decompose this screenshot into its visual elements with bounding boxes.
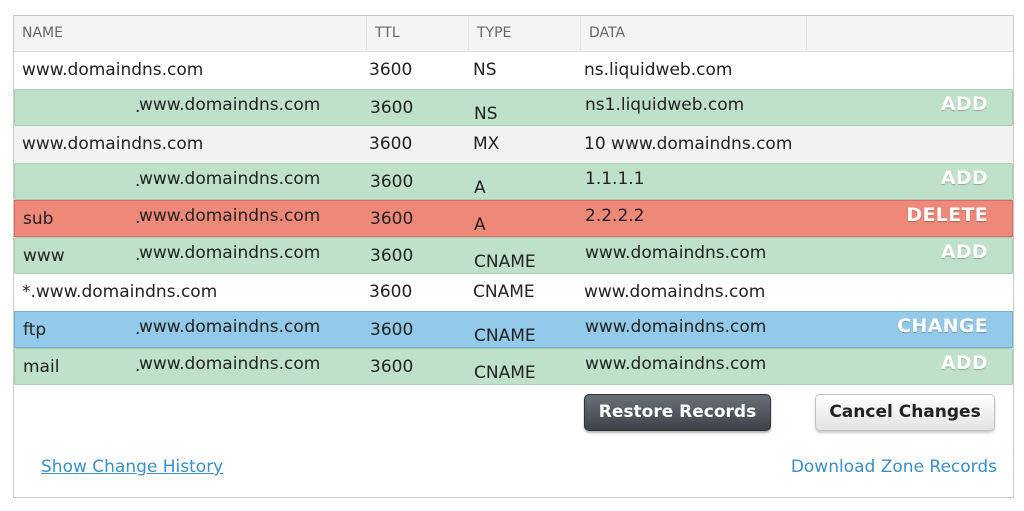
record-data: ns1.liquidweb.com <box>585 95 745 115</box>
record-data: 10 www.domaindns.com <box>584 134 793 154</box>
record-data: ns.liquidweb.com <box>584 60 733 80</box>
record-data: 2.2.2.2 <box>585 206 645 226</box>
record-ttl: 3600 <box>369 60 413 80</box>
table-row-delete[interactable]: sub www.domaindns.com 3600 A 2.2.2.2 DEL… <box>14 200 1013 237</box>
restore-records-button[interactable]: Restore Records <box>584 394 771 431</box>
record-ttl: 3600 <box>369 134 413 154</box>
record-type: CNAME <box>473 282 535 302</box>
record-name: ftp <box>23 320 47 340</box>
table-row-add[interactable]: www.domaindns.com 3600 A 1.1.1.1 ADD <box>14 163 1013 200</box>
column-header-data[interactable]: DATA <box>581 16 807 51</box>
record-ttl: 3600 <box>370 172 414 192</box>
record-data: www.domaindns.com <box>584 282 766 302</box>
table-row-add[interactable]: mail www.domaindns.com 3600 CNAME www.do… <box>14 348 1013 385</box>
table-row[interactable]: www.domaindns.com 3600 MX 10 www.domaind… <box>14 126 1013 163</box>
record-host-suffix: www.domaindns.com <box>135 95 320 117</box>
column-header-action <box>807 16 1013 51</box>
dns-records-panel: NAME TTL TYPE DATA www.domaindns.com 360… <box>13 15 1014 498</box>
record-host-suffix: www.domaindns.com <box>135 243 320 265</box>
change-action-button[interactable]: CHANGE <box>897 315 988 337</box>
add-action-button[interactable]: ADD <box>941 352 988 374</box>
record-host-suffix: www.domaindns.com <box>135 317 320 339</box>
record-type: CNAME <box>474 252 536 272</box>
table-header: NAME TTL TYPE DATA <box>14 16 1013 52</box>
record-type: A <box>474 178 486 198</box>
column-header-ttl[interactable]: TTL <box>367 16 469 51</box>
record-name: www <box>23 246 65 266</box>
record-ttl: 3600 <box>370 209 414 229</box>
add-action-button[interactable]: ADD <box>941 167 988 189</box>
record-type: NS <box>474 104 498 124</box>
record-type: CNAME <box>474 363 536 383</box>
table-row[interactable]: www.domaindns.com 3600 NS ns.liquidweb.c… <box>14 52 1013 89</box>
column-header-type[interactable]: TYPE <box>469 16 581 51</box>
table-row-add[interactable]: www.domaindns.com 3600 NS ns1.liquidweb.… <box>14 89 1013 126</box>
record-data: 1.1.1.1 <box>585 169 645 189</box>
record-ttl: 3600 <box>370 246 414 266</box>
table-row-add[interactable]: www www.domaindns.com 3600 CNAME www.dom… <box>14 237 1013 274</box>
record-data: www.domaindns.com <box>585 243 767 263</box>
record-name: sub <box>23 209 54 229</box>
delete-action-button[interactable]: DELETE <box>906 204 988 226</box>
record-ttl: 3600 <box>369 282 413 302</box>
add-action-button[interactable]: ADD <box>941 93 988 115</box>
record-name: *.www.domaindns.com <box>22 282 218 302</box>
record-ttl: 3600 <box>370 320 414 340</box>
record-ttl: 3600 <box>370 98 414 118</box>
record-name: mail <box>23 357 60 377</box>
record-host-suffix: www.domaindns.com <box>135 169 320 191</box>
record-host-suffix: www.domaindns.com <box>135 354 320 376</box>
record-data: www.domaindns.com <box>585 354 767 374</box>
record-data: www.domaindns.com <box>585 317 767 337</box>
record-type: NS <box>473 60 497 80</box>
download-zone-records-link[interactable]: Download Zone Records <box>791 457 997 477</box>
table-row[interactable]: *.www.domaindns.com 3600 CNAME www.domai… <box>14 274 1013 311</box>
record-ttl: 3600 <box>370 357 414 377</box>
show-change-history-link[interactable]: Show Change History <box>41 457 223 477</box>
cancel-changes-button[interactable]: Cancel Changes <box>815 394 995 431</box>
column-header-name[interactable]: NAME <box>14 16 367 51</box>
record-type: MX <box>473 134 500 154</box>
record-name: www.domaindns.com <box>22 60 204 80</box>
table-row-change[interactable]: ftp www.domaindns.com 3600 CNAME www.dom… <box>14 311 1013 348</box>
record-type: CNAME <box>474 326 536 346</box>
record-host-suffix: www.domaindns.com <box>135 206 320 228</box>
record-name: www.domaindns.com <box>22 134 204 154</box>
add-action-button[interactable]: ADD <box>941 241 988 263</box>
record-type: A <box>474 215 486 235</box>
